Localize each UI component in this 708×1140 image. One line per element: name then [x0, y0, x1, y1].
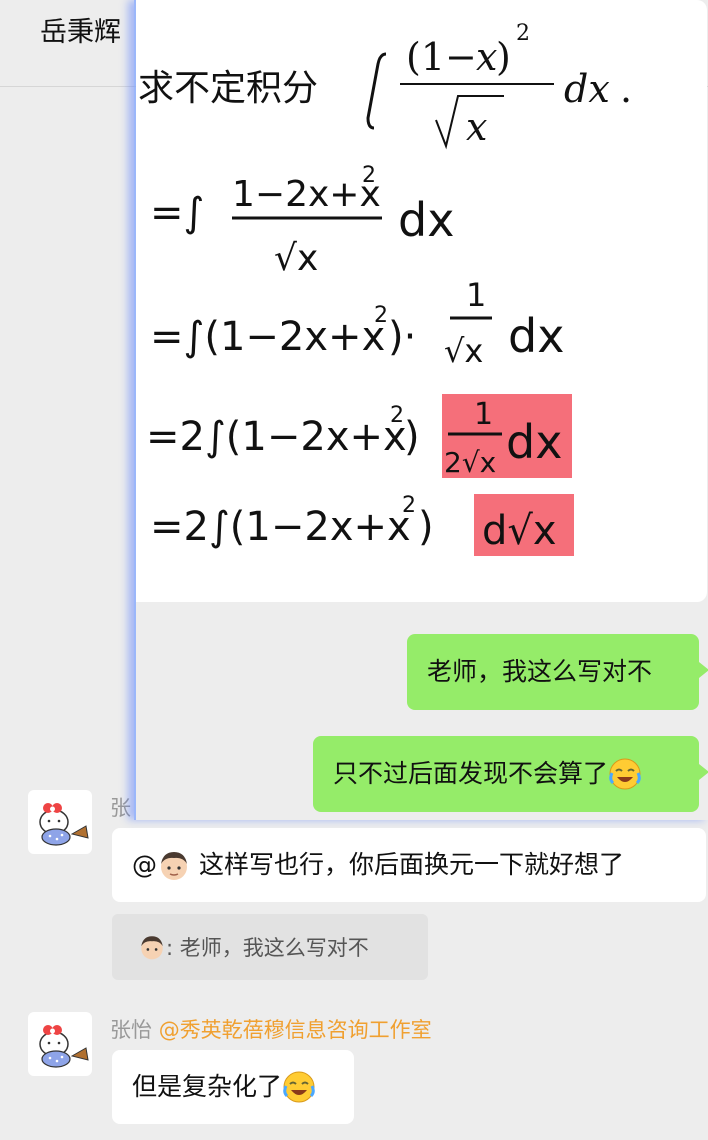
- svg-text:2: 2: [402, 493, 416, 518]
- svg-text:dx: dx: [508, 309, 564, 363]
- svg-text:1: 1: [466, 276, 486, 314]
- outgoing-message-text: 只不过后面发现不会算了: [333, 759, 609, 788]
- sender-name: 张: [110, 796, 131, 820]
- svg-text:(1−: (1−: [406, 35, 477, 79]
- outgoing-message[interactable]: 老师，我这么写对不: [407, 634, 708, 710]
- svg-text:1−2x+x: 1−2x+x: [232, 174, 381, 215]
- svg-text:): ): [404, 414, 420, 460]
- crying-laughing-icon: [283, 1071, 315, 1103]
- avatar[interactable]: [28, 1012, 92, 1076]
- outgoing-message-text: 老师，我这么写对不: [427, 657, 653, 686]
- boy-face-icon: [141, 936, 163, 960]
- svg-text:dx: dx: [564, 67, 610, 111]
- svg-text:d√x: d√x: [482, 508, 557, 554]
- svg-text:): ): [418, 504, 434, 550]
- svg-text:x: x: [466, 105, 487, 149]
- quoted-message[interactable]: : 老师，我这么写对不: [112, 914, 428, 980]
- svg-text:=2∫(1−2x+x: =2∫(1−2x+x: [146, 414, 407, 460]
- svg-text:2: 2: [390, 403, 404, 428]
- crying-laughing-icon: [609, 758, 641, 790]
- svg-text:): ): [496, 35, 511, 79]
- svg-text:dx: dx: [506, 415, 562, 469]
- svg-text:)·: )·: [388, 314, 416, 360]
- svg-text:=∫(1−2x+x: =∫(1−2x+x: [150, 314, 385, 360]
- sender-name-text: 张怡: [110, 1018, 152, 1042]
- sender-name: 张怡 @秀英乾蓓穆信息咨询工作室: [110, 1014, 432, 1044]
- mention-at: @: [132, 850, 157, 879]
- cat-avatar-icon: [39, 803, 89, 846]
- last-message-bubble[interactable]: 但是复杂化了: [112, 1050, 354, 1124]
- svg-text:2: 2: [362, 163, 376, 188]
- mention-name[interactable]: @秀英乾蓓穆信息咨询工作室: [159, 1018, 432, 1042]
- svg-text:dx: dx: [398, 193, 454, 247]
- svg-text:2√x: 2√x: [444, 446, 496, 479]
- chat-title: 岳秉辉: [40, 17, 121, 48]
- reply-text: 这样写也行，你后面换元一下就好想了: [199, 850, 625, 879]
- cat-avatar-icon: [39, 1025, 89, 1068]
- handwritten-solution-image: 求不定积分 (1− x ) 2 x dx . =∫ 1−2x+x 2 √x dx…: [138, 21, 632, 556]
- quote-text: : 老师，我这么写对不: [166, 936, 369, 960]
- svg-text:√x: √x: [444, 332, 483, 370]
- svg-text:.: .: [620, 67, 632, 111]
- reply-bubble[interactable]: @ 这样写也行，你后面换元一下就好想了: [112, 828, 706, 902]
- svg-text:=2∫(1−2x+x: =2∫(1−2x+x: [150, 504, 411, 550]
- svg-text:x: x: [476, 35, 497, 79]
- svg-text:2: 2: [374, 303, 388, 328]
- boy-face-icon: [161, 852, 187, 880]
- svg-text:1: 1: [474, 397, 493, 432]
- svg-text:√x: √x: [274, 238, 318, 279]
- math-image[interactable]: 求不定积分 (1− x ) 2 x dx . =∫ 1−2x+x 2 √x dx…: [136, 0, 707, 602]
- svg-text:=∫: =∫: [150, 190, 204, 236]
- outgoing-message[interactable]: 只不过后面发现不会算了: [313, 736, 708, 812]
- last-message-text: 但是复杂化了: [132, 1072, 283, 1101]
- avatar[interactable]: [28, 790, 92, 854]
- question-text: 求不定积分: [138, 68, 318, 109]
- svg-text:2: 2: [516, 21, 530, 46]
